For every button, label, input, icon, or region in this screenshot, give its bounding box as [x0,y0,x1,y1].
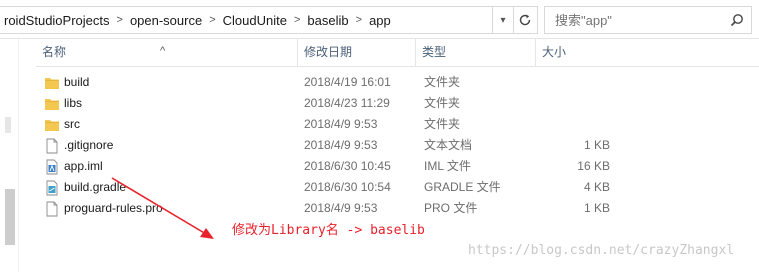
watermark-text: https://blog.csdn.net/crazyZhangxl [468,243,735,258]
annotation-text: 修改为Library名 -> baselib [232,223,425,238]
